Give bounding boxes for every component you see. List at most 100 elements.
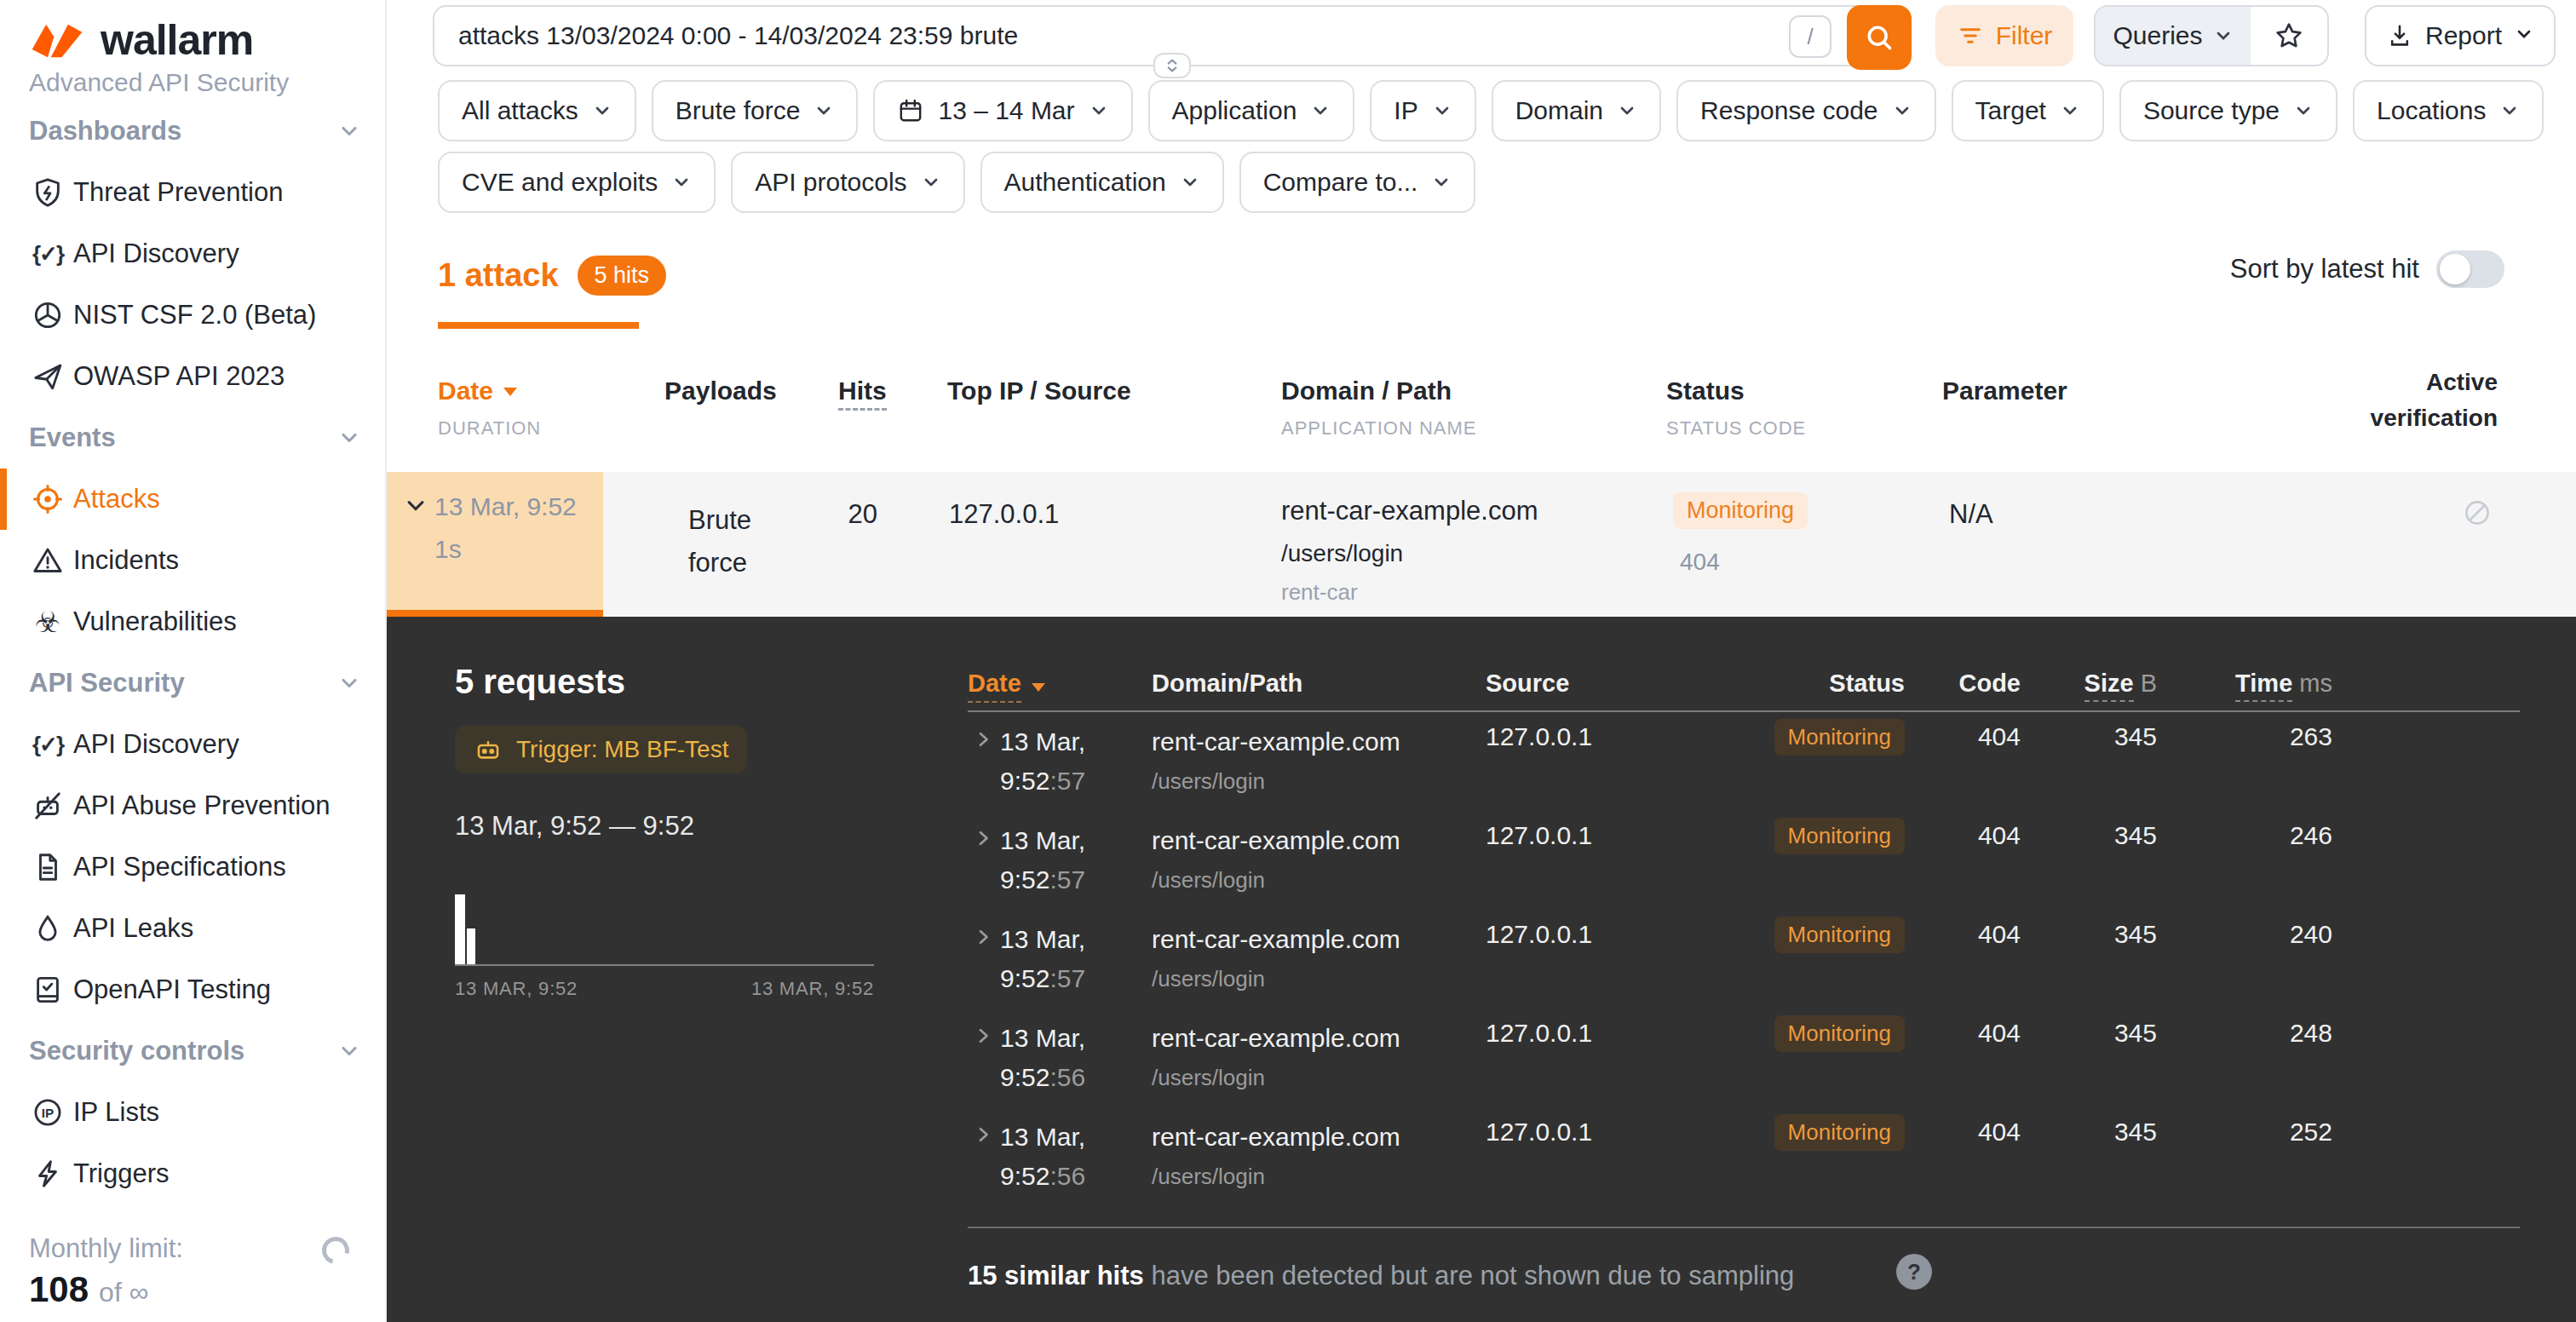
filter-icon — [1957, 22, 1984, 49]
star-icon — [2274, 20, 2304, 51]
request-code: 404 — [1918, 1019, 2021, 1048]
filter-chip-ip[interactable]: IP — [1370, 80, 1475, 141]
request-row[interactable]: 13 Mar,9:52:56 rent-car-example.com/user… — [387, 1012, 2576, 1111]
column-header-active-verification: Active verification — [2361, 365, 2498, 436]
filter-chips-row2: CVE and exploitsAPI protocols Authenticat… — [438, 152, 1491, 213]
chevron-right-icon[interactable] — [973, 729, 993, 750]
column-header-date[interactable]: Date — [438, 376, 519, 405]
filter-chip-domain[interactable]: Domain — [1492, 80, 1661, 141]
sidebar: wallarm Advanced API Security Dashboards… — [0, 0, 387, 1322]
monthly-limit-value: 108 — [29, 1269, 89, 1310]
filter-chip-target[interactable]: Target — [1952, 80, 2104, 141]
chevron-right-icon[interactable] — [973, 828, 993, 848]
filter-chip-application[interactable]: Application — [1148, 80, 1355, 141]
chevron-down-icon[interactable] — [404, 494, 428, 518]
requests-column-date[interactable]: Date — [968, 670, 1047, 703]
sidebar-section-security-controls[interactable]: Security controls — [0, 1020, 385, 1082]
sidebar-item-api-leaks[interactable]: API Leaks — [0, 898, 385, 959]
report-button[interactable]: Report — [2365, 5, 2556, 66]
sidebar-item-owasp-api-2023[interactable]: OWASP API 2023 — [0, 346, 385, 407]
request-row[interactable]: 13 Mar,9:52:57 rent-car-example.com/user… — [387, 814, 2576, 913]
filter-chip-13-14-mar[interactable]: 13 – 14 Mar — [873, 80, 1132, 141]
droplet-icon — [31, 911, 65, 946]
sidebar-section-dashboards[interactable]: Dashboards — [0, 101, 385, 162]
sidebar-item-ip-lists[interactable]: IPIP Lists — [0, 1082, 385, 1143]
chevron-right-icon[interactable] — [973, 927, 993, 947]
footer-divider — [968, 1227, 2520, 1228]
requests-column-size[interactable]: Size B — [2038, 670, 2157, 698]
request-row[interactable]: 13 Mar,9:52:56 rent-car-example.com/user… — [387, 1111, 2576, 1210]
sidebar-item-label: API Specifications — [73, 852, 286, 882]
requests-column-code: Code — [1918, 670, 2021, 698]
chip-label: Response code — [1700, 96, 1877, 125]
filter-chip-cve-and-exploits[interactable]: CVE and exploits — [438, 152, 716, 213]
sidebar-item-label: Attacks — [73, 484, 160, 514]
app-subtitle: Advanced API Security — [0, 68, 385, 97]
filter-chip-source-type[interactable]: Source type — [2119, 80, 2337, 141]
filter-chip-locations[interactable]: Locations — [2353, 80, 2544, 141]
column-header-hits[interactable]: Hits — [838, 376, 887, 405]
attack-date-cell[interactable]: 13 Mar, 9:52 1s — [387, 472, 603, 617]
request-domain: rent-car-example.com/users/login — [1152, 821, 1400, 900]
chevron-down-icon — [2060, 101, 2080, 121]
sidebar-item-label: NIST CSF 2.0 (Beta) — [73, 300, 316, 330]
sort-toggle[interactable] — [2436, 250, 2504, 288]
search-expand-handle[interactable] — [1153, 53, 1191, 78]
sidebar-item-nist-csf-2-0-beta[interactable]: NIST CSF 2.0 (Beta) — [0, 285, 385, 346]
sidebar-item-incidents[interactable]: Incidents — [0, 530, 385, 591]
request-code: 404 — [1918, 920, 2021, 949]
favorite-button[interactable] — [2251, 7, 2327, 65]
filter-chip-compare-to[interactable]: Compare to... — [1239, 152, 1476, 213]
request-row[interactable]: 13 Mar,9:52:57 rent-car-example.com/user… — [387, 913, 2576, 1012]
search-button[interactable] — [1847, 5, 1912, 70]
chevron-right-icon[interactable] — [973, 1124, 993, 1145]
book-check-icon — [31, 973, 65, 1007]
filter-button[interactable]: Filter — [1935, 5, 2073, 66]
request-source: 127.0.0.1 — [1486, 1019, 1592, 1048]
chip-label: Locations — [2377, 96, 2486, 125]
requests-column-time[interactable]: Time ms — [2179, 670, 2332, 698]
request-date: 13 Mar,9:52:57 — [1000, 920, 1085, 998]
sidebar-item-api-specifications[interactable]: API Specifications — [0, 836, 385, 898]
request-row[interactable]: 13 Mar,9:52:57 rent-car-example.com/user… — [387, 716, 2576, 814]
filter-chip-all-attacks[interactable]: All attacks — [438, 80, 636, 141]
filter-chip-api-protocols[interactable]: API protocols — [731, 152, 964, 213]
sidebar-item-api-discovery[interactable]: {✓}API Discovery — [0, 223, 385, 285]
chip-label: Compare to... — [1263, 168, 1418, 197]
sidebar-item-triggers[interactable]: Triggers — [0, 1143, 385, 1204]
sidebar-item-api-abuse-prevention[interactable]: API Abuse Prevention — [0, 775, 385, 836]
chevron-right-icon[interactable] — [973, 1026, 993, 1046]
filter-chip-brute-force[interactable]: Brute force — [652, 80, 859, 141]
search-input[interactable] — [458, 21, 1910, 50]
sidebar-item-openapi-testing[interactable]: OpenAPI Testing — [0, 959, 385, 1020]
attack-date: 13 Mar, 9:52 — [434, 486, 577, 528]
logo[interactable]: wallarm — [0, 15, 385, 65]
attack-row[interactable]: 13 Mar, 9:52 1s Brute force 20 127.0.0.1… — [387, 472, 2576, 617]
queries-button[interactable]: Queries — [2096, 7, 2251, 65]
sidebar-item-api-discovery[interactable]: {✓}API Discovery — [0, 714, 385, 775]
chevron-down-icon — [337, 671, 361, 695]
filter-chip-authentication[interactable]: Authentication — [980, 152, 1224, 213]
calendar-icon — [897, 97, 924, 124]
sidebar-item-label: IP Lists — [73, 1097, 159, 1128]
filter-chip-response-code[interactable]: Response code — [1676, 80, 1935, 141]
attack-parameter: N/A — [1949, 499, 1993, 530]
robot-slash-icon — [31, 789, 65, 823]
request-code: 404 — [1918, 1118, 2021, 1147]
chevron-down-icon — [921, 172, 941, 193]
sidebar-section-api-security[interactable]: API Security — [0, 652, 385, 714]
shield-bolt-icon — [31, 175, 65, 210]
requests-title: 5 requests — [455, 663, 625, 701]
sidebar-item-attacks[interactable]: Attacks — [0, 468, 385, 530]
request-source: 127.0.0.1 — [1486, 920, 1592, 949]
sidebar-item-threat-prevention[interactable]: Threat Prevention — [0, 162, 385, 223]
chevron-down-icon — [2213, 26, 2234, 46]
help-icon[interactable]: ? — [1896, 1254, 1932, 1290]
request-time: 246 — [2179, 821, 2332, 850]
request-source: 127.0.0.1 — [1486, 722, 1592, 751]
chevron-down-icon — [2293, 101, 2314, 121]
sidebar-section-events[interactable]: Events — [0, 407, 385, 468]
header-divider — [968, 710, 2520, 712]
sidebar-item-vulnerabilities[interactable]: ☣Vulnerabilities — [0, 591, 385, 652]
request-date: 13 Mar,9:52:56 — [1000, 1019, 1085, 1097]
